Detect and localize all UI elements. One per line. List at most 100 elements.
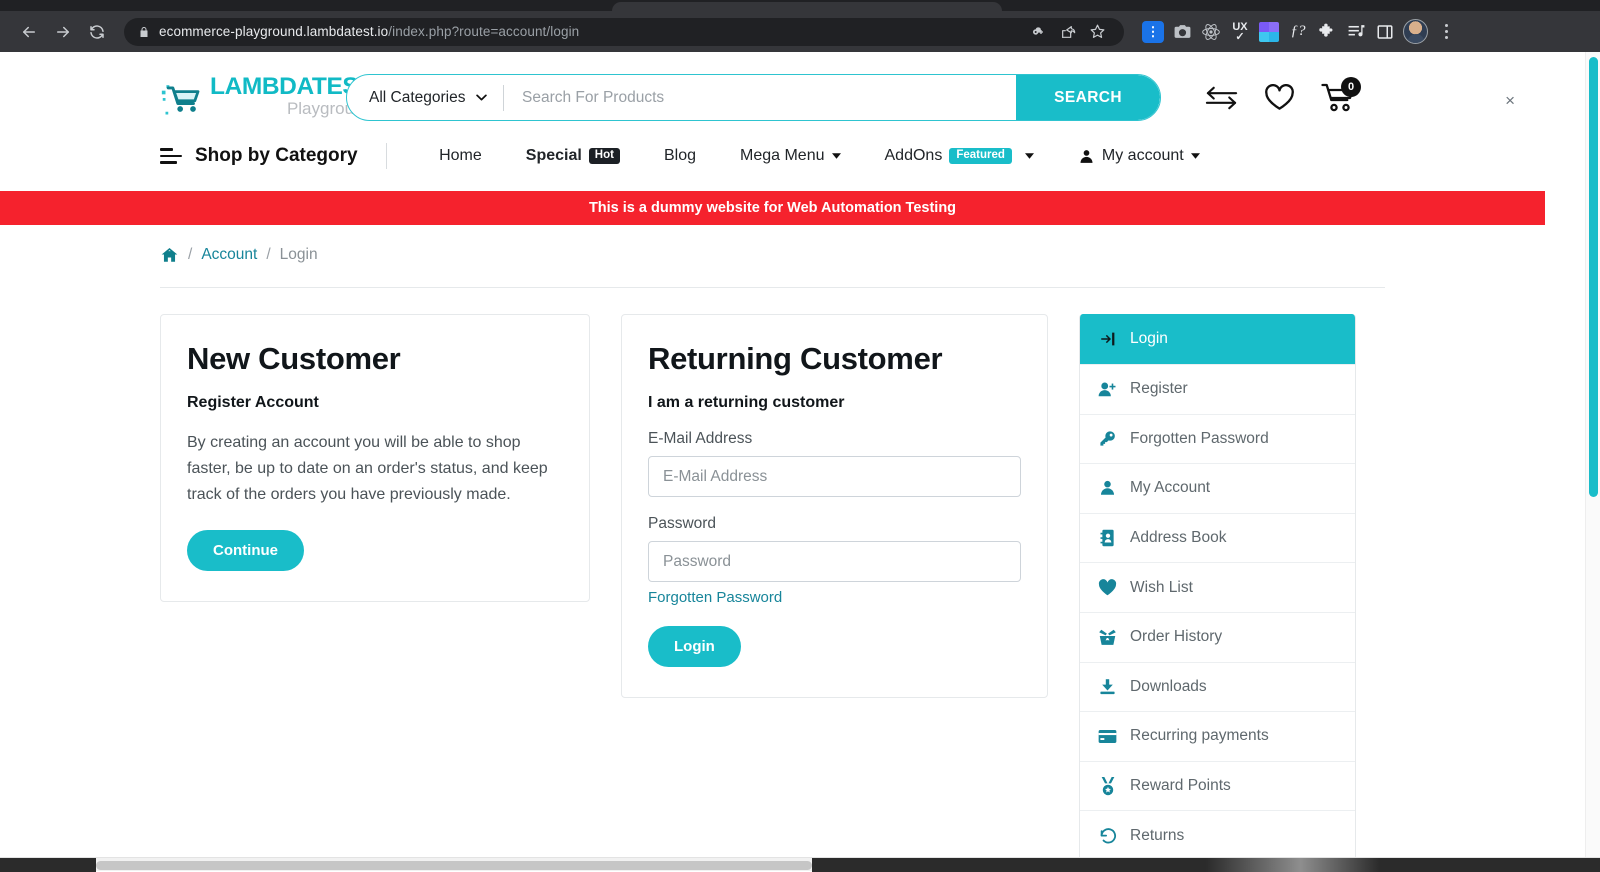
side-panel-icon[interactable]	[1374, 21, 1396, 43]
email-field[interactable]	[648, 456, 1021, 497]
function-question-icon[interactable]: ƒ?	[1287, 21, 1309, 43]
sidebar-label: Returns	[1130, 827, 1184, 845]
vertical-scrollbar-thumb[interactable]	[1589, 57, 1598, 497]
header-icon-group: 0	[1205, 83, 1355, 113]
heart-icon[interactable]	[1264, 84, 1295, 112]
sidebar-label: Register	[1130, 380, 1188, 398]
sidebar-item-recurring-payments[interactable]: Recurring payments	[1080, 711, 1355, 761]
main-navigation: Shop by Category Home Special Hot Blog	[160, 135, 1385, 177]
password-key-icon[interactable]	[1026, 19, 1052, 45]
sidebar-item-login[interactable]: Login	[1080, 314, 1355, 364]
browser-toolbar: ecommerce-playground.lambdatest.io/index…	[0, 11, 1600, 52]
nav-item-home[interactable]: Home	[417, 147, 504, 165]
profile-avatar-icon[interactable]	[1403, 19, 1428, 44]
account-sidebar: Login Register Forgotten Password	[1079, 314, 1356, 861]
shopping-cart-icon[interactable]: 0	[1321, 83, 1355, 113]
undo-arrow-icon	[1098, 827, 1117, 845]
color-grid-icon[interactable]	[1258, 21, 1280, 43]
search-button[interactable]: SEARCH	[1016, 75, 1160, 120]
three-dot-menu-icon[interactable]	[1435, 24, 1457, 39]
nav-item-special[interactable]: Special Hot	[504, 147, 642, 165]
sidebar-item-reward-points[interactable]: Reward Points	[1080, 761, 1355, 811]
chevron-down-icon	[1025, 153, 1034, 159]
site-logo[interactable]: LAMBDATEST Playground	[160, 75, 332, 121]
sidebar-item-order-history[interactable]: Order History	[1080, 612, 1355, 662]
sidebar-item-wish-list[interactable]: Wish List	[1080, 562, 1355, 612]
nav-label: Blog	[664, 147, 696, 165]
bookmark-star-icon[interactable]	[1084, 19, 1110, 45]
close-icon[interactable]: ×	[1505, 92, 1515, 109]
share-icon[interactable]	[1055, 19, 1081, 45]
sidebar-item-register[interactable]: Register	[1080, 364, 1355, 414]
nav-item-mega-menu[interactable]: Mega Menu	[718, 147, 863, 165]
breadcrumb-separator: /	[188, 246, 192, 264]
register-account-subtitle: Register Account	[187, 394, 563, 412]
sidebar-label: Recurring payments	[1130, 727, 1269, 745]
sidebar-item-my-account[interactable]: My Account	[1080, 463, 1355, 513]
sidebar-label: Forgotten Password	[1130, 430, 1269, 448]
login-button[interactable]: Login	[648, 626, 741, 667]
main-content: New Customer Register Account By creatin…	[160, 314, 1385, 861]
user-icon	[1078, 148, 1095, 165]
playlist-icon[interactable]	[1345, 21, 1367, 43]
puzzle-extensions-icon[interactable]	[1316, 21, 1338, 43]
home-icon[interactable]	[160, 246, 179, 264]
cart-count-badge: 0	[1341, 77, 1361, 97]
nav-label: Home	[439, 147, 482, 165]
reload-icon[interactable]	[82, 17, 112, 47]
sidebar-item-downloads[interactable]: Downloads	[1080, 662, 1355, 712]
nav-label: Mega Menu	[740, 147, 825, 165]
sign-in-icon	[1098, 330, 1117, 348]
nav-item-blog[interactable]: Blog	[642, 147, 718, 165]
dummy-site-alert: This is a dummy website for Web Automati…	[0, 191, 1545, 225]
forgotten-password-link[interactable]: Forgotten Password	[648, 589, 782, 606]
address-book-icon	[1098, 529, 1117, 547]
camera-icon[interactable]	[1171, 21, 1193, 43]
search-input[interactable]	[504, 75, 1016, 120]
continue-button[interactable]: Continue	[187, 530, 304, 571]
medal-icon	[1098, 777, 1117, 796]
blue-extension-icon[interactable]: ⋮	[1142, 21, 1164, 43]
nav-divider	[386, 143, 388, 169]
user-plus-icon	[1098, 381, 1117, 398]
category-dropdown[interactable]: All Categories	[347, 75, 503, 120]
shop-by-category-label: Shop by Category	[195, 145, 358, 167]
horizontal-scrollbar-thumb[interactable]	[96, 861, 812, 870]
nav-item-addons[interactable]: AddOns Featured	[863, 147, 1056, 165]
sidebar-item-forgotten-password[interactable]: Forgotten Password	[1080, 414, 1355, 464]
breadcrumb-account-link[interactable]: Account	[201, 246, 257, 264]
key-icon	[1098, 430, 1117, 447]
address-bar[interactable]: ecommerce-playground.lambdatest.io/index…	[124, 18, 1124, 46]
nav-label: AddOns	[885, 147, 943, 165]
sidebar-item-returns[interactable]: Returns	[1080, 810, 1355, 860]
nav-item-my-account[interactable]: My account	[1056, 147, 1222, 165]
vertical-scrollbar[interactable]	[1585, 52, 1600, 871]
heart-icon	[1098, 579, 1117, 596]
nav-label: My account	[1102, 147, 1184, 165]
featured-badge: Featured	[949, 148, 1012, 165]
new-customer-card: New Customer Register Account By creatin…	[160, 314, 590, 602]
back-arrow-icon[interactable]	[14, 17, 44, 47]
forward-arrow-icon[interactable]	[48, 17, 78, 47]
download-icon	[1098, 678, 1117, 696]
chevron-down-icon	[832, 153, 841, 159]
sidebar-label: Order History	[1130, 628, 1222, 646]
shopping-cart-logo-icon	[160, 76, 204, 120]
browser-tab[interactable]	[612, 2, 1002, 11]
email-label: E-Mail Address	[648, 430, 1021, 448]
sidebar-label: My Account	[1130, 479, 1210, 497]
react-devtools-icon[interactable]	[1200, 21, 1222, 43]
breadcrumb-current: Login	[280, 246, 318, 264]
url-text: ecommerce-playground.lambdatest.io/index…	[159, 24, 579, 39]
new-customer-title: New Customer	[187, 341, 563, 377]
compare-arrows-icon[interactable]	[1205, 85, 1238, 111]
returning-customer-card: Returning Customer I am a returning cust…	[621, 314, 1048, 698]
ux-check-icon[interactable]: UX✓	[1229, 21, 1251, 43]
sidebar-item-address-book[interactable]: Address Book	[1080, 513, 1355, 563]
breadcrumb-separator: /	[266, 246, 270, 264]
horizontal-scrollbar[interactable]	[0, 857, 1600, 871]
browser-chrome: ecommerce-playground.lambdatest.io/index…	[0, 0, 1600, 52]
shop-by-category-button[interactable]: Shop by Category	[160, 145, 358, 167]
user-icon	[1098, 479, 1117, 497]
password-field[interactable]	[648, 541, 1021, 582]
